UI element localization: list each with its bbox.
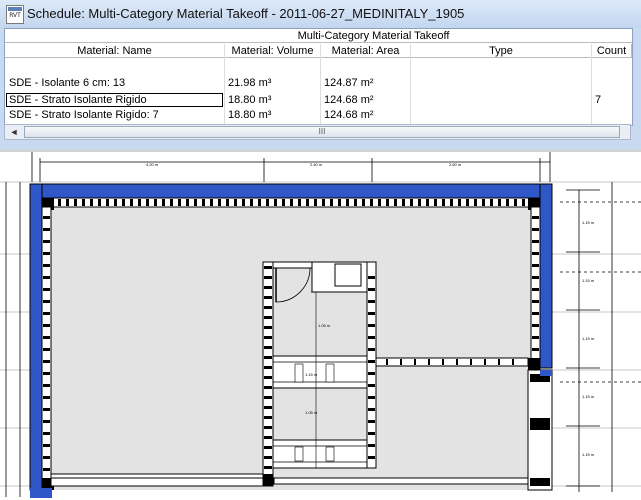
- cell-material-area[interactable]: 124.68 m²: [324, 93, 409, 107]
- floor-plan-view[interactable]: 4.20 m 2.40 m 2.60 m 1.15 m 1.15 m 1.15 …: [0, 150, 641, 500]
- core-block-upper: [272, 355, 368, 389]
- corridor-wall: [366, 261, 377, 469]
- cell-type[interactable]: [414, 76, 589, 90]
- cell-material-name[interactable]: SDE - Strato Isolante Rigido: 7: [9, 108, 223, 122]
- dimension-label: 1.15 m: [582, 336, 595, 341]
- schedule-window: RVT Schedule: Multi-Category Material Ta…: [0, 0, 641, 150]
- floor-plan-drawing: 4.20 m 2.40 m 2.60 m 1.15 m 1.15 m 1.15 …: [0, 152, 641, 500]
- horizontal-scrollbar[interactable]: ◄ III: [4, 124, 631, 140]
- column-divider: [591, 44, 592, 124]
- schedule-title: Multi-Category Material Takeoff: [5, 29, 632, 43]
- column-divider: [410, 44, 411, 124]
- revit-file-icon: RVT: [6, 5, 24, 24]
- cell-material-volume[interactable]: 18.80 m³: [228, 108, 318, 122]
- cell-count[interactable]: 7: [595, 93, 630, 107]
- schedule-table: Multi-Category Material Takeoff Material…: [4, 28, 633, 126]
- column-header-material-name[interactable]: Material: Name: [5, 44, 225, 58]
- wall-bottom-left: [50, 473, 264, 487]
- column-header-count[interactable]: Count: [592, 44, 632, 58]
- insulation-right: [539, 183, 553, 369]
- column-divider: [224, 44, 225, 124]
- partition-wall: [262, 261, 274, 487]
- dimension-label: 2.40 m: [310, 162, 323, 167]
- dimension-label: 1.15 m: [305, 372, 318, 377]
- window-title: Schedule: Multi-Category Material Takeof…: [27, 6, 465, 21]
- column-header-material-area[interactable]: Material: Area: [321, 44, 411, 58]
- cell-material-name[interactable]: SDE - Strato Isolante Rigido: [9, 93, 221, 107]
- dimension-label: 1.15 m: [582, 394, 595, 399]
- cell-material-volume[interactable]: 18.80 m³: [228, 93, 318, 107]
- dimension-label: 4.20 m: [146, 162, 159, 167]
- dimension-label: 1.05 m: [318, 323, 331, 328]
- scroll-grip: III: [318, 127, 326, 136]
- cell-material-area[interactable]: 124.68 m²: [324, 108, 409, 122]
- revit-icon-label: RVT: [9, 12, 21, 19]
- cell-material-name[interactable]: SDE - Isolante 6 cm: 13: [9, 76, 223, 90]
- dimension-label: 1.05 m: [305, 410, 318, 415]
- column-header-material-volume[interactable]: Material: Volume: [225, 44, 321, 58]
- cell-count[interactable]: [595, 76, 630, 90]
- cell-material-volume[interactable]: 21.98 m³: [228, 76, 318, 90]
- cell-type[interactable]: [414, 93, 589, 107]
- dimension-label: 1.15 m: [582, 278, 595, 283]
- column-header-type[interactable]: Type: [411, 44, 592, 58]
- dimension-label: 1.15 m: [582, 220, 595, 225]
- cell-count[interactable]: [595, 108, 630, 122]
- dimension-label: 1.15 m: [582, 452, 595, 457]
- cell-type[interactable]: [414, 108, 589, 122]
- wall-bottom-right: [273, 477, 529, 485]
- title-bar[interactable]: RVT Schedule: Multi-Category Material Ta…: [0, 0, 641, 28]
- dimension-label: 2.60 m: [449, 162, 462, 167]
- core-block-lower: [272, 439, 368, 469]
- room-divider-wall: [375, 357, 529, 367]
- cell-material-area[interactable]: 124.87 m²: [324, 76, 409, 90]
- scroll-left-arrow-icon[interactable]: ◄: [7, 125, 21, 139]
- scrollbar-thumb[interactable]: III: [24, 126, 620, 138]
- insulation-left: [29, 183, 43, 491]
- column-divider: [320, 44, 321, 124]
